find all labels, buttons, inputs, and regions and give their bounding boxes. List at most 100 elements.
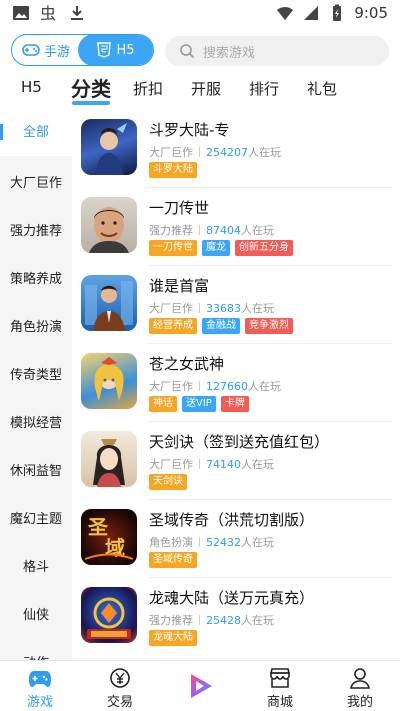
game-tag: 经营养成 [149, 318, 197, 334]
sidebar-item-recommended[interactable]: 强力推荐 [0, 220, 72, 239]
game-meta: 强力推荐 25428人在玩 [149, 612, 274, 628]
gamepad-icon [22, 44, 40, 56]
tab-ranking[interactable]: 排行 [249, 78, 279, 99]
game-meta: 大厂巨作 33683人在玩 [149, 300, 274, 316]
user-icon [350, 668, 370, 689]
game-tag: 魔龙 [202, 240, 230, 256]
player-count-suffix: 人在玩 [241, 224, 274, 237]
player-count-suffix: 人在玩 [241, 302, 274, 315]
sidebar-item-all[interactable]: 全部 [0, 110, 72, 156]
tab-active-indicator [72, 101, 110, 105]
separator [199, 303, 200, 313]
separator [199, 225, 200, 235]
game-tag: 卡牌 [220, 396, 249, 412]
player-count: 254207 [206, 146, 248, 159]
tab-gift[interactable]: 礼包 [307, 78, 337, 99]
play-icon [191, 674, 212, 698]
game-icon [81, 275, 137, 331]
category-tabs: H5 分类 折扣 开服 排行 礼包 [0, 72, 400, 108]
list-item[interactable]: 苍之女武神 大厂巨作 127660人在玩 神话 送VIP 卡牌 [72, 344, 400, 422]
player-count-suffix: 人在玩 [241, 536, 274, 549]
nav-games[interactable]: 游戏 [10, 667, 70, 710]
sidebar-item-label: 全部 [22, 125, 49, 140]
list-item[interactable]: 天剑诀（签到送充值红包） 大厂巨作 74140人在玩 天剑诀 [72, 422, 400, 500]
sidebar-item-strategy[interactable]: 策略养成 [0, 268, 72, 287]
sidebar-item-label: 魔幻主题 [9, 512, 62, 527]
player-count: 25428 [206, 614, 241, 627]
player-count-suffix: 人在玩 [241, 458, 274, 471]
app-notification-icon: 虫 [40, 4, 56, 22]
nav-mall-label: 商城 [266, 695, 293, 710]
top-bar: 手游 H5 搜索游戏 [0, 34, 400, 68]
nav-mall[interactable]: 商城 [250, 667, 310, 710]
wifi-icon [277, 6, 294, 20]
list-item[interactable]: 龙魂大陆（送万元真充） 强力推荐 25428人在玩 龙魂大陆 [72, 578, 400, 656]
game-tag: 送VIP [182, 396, 216, 412]
tab-discount[interactable]: 折扣 [133, 78, 163, 99]
tab-h5[interactable]: H5 [21, 78, 42, 96]
image-icon [13, 6, 29, 20]
sidebar-item-fighting[interactable]: 格斗 [0, 556, 72, 575]
player-count: 74140 [206, 458, 241, 471]
tab-server-open[interactable]: 开服 [191, 78, 221, 99]
mode-mobile-game-button[interactable]: 手游 [12, 35, 80, 65]
game-tags: 龙魂大陆 [149, 630, 197, 646]
list-item[interactable]: 斗罗大陆-专 大厂巨作 254207人在玩 斗罗大陆 [72, 110, 400, 188]
game-meta: 强力推荐 87404人在玩 [149, 222, 274, 238]
game-icon [81, 353, 137, 409]
player-count: 52432 [206, 536, 241, 549]
sidebar-item-label: 仙侠 [22, 608, 49, 623]
sidebar-item-fantasy[interactable]: 魔幻主题 [0, 508, 72, 527]
player-count-suffix: 人在玩 [241, 614, 274, 627]
game-icon [81, 197, 137, 253]
nav-trade[interactable]: 交易 [90, 667, 150, 710]
game-title: 龙魂大陆（送万元真充） [149, 589, 315, 607]
sidebar-item-simulation[interactable]: 模拟经营 [0, 412, 72, 431]
nav-profile[interactable]: 我的 [330, 667, 390, 710]
sidebar-active-marker [0, 124, 3, 140]
sidebar-item-label: 模拟经营 [9, 416, 62, 431]
game-category: 大厂巨作 [149, 146, 193, 159]
search-icon [180, 44, 195, 59]
sidebar-item-big-studio[interactable]: 大厂巨作 [0, 172, 72, 191]
separator [199, 537, 200, 547]
list-item[interactable]: 圣域 圣域传奇（洪荒切割版） 角色扮演 52432人在玩 圣域传奇 [72, 500, 400, 578]
sidebar-item-action[interactable]: 动作 [0, 652, 72, 660]
sidebar-item-xianxia[interactable]: 仙侠 [0, 604, 72, 623]
bottom-nav: 游戏 交易 商城 我的 [0, 660, 400, 711]
game-tags: 神话 送VIP 卡牌 [149, 396, 249, 412]
game-icon: 圣域 [81, 509, 137, 565]
nav-games-label: 游戏 [26, 695, 53, 710]
game-tag: 圣域传奇 [149, 552, 197, 568]
tab-category[interactable]: 分类 [71, 73, 111, 102]
shop-icon [269, 668, 291, 688]
game-tags: 一刀传世 魔龙 创新五分身 [149, 240, 293, 256]
list-item[interactable]: 谁是首富 大厂巨作 33683人在玩 经营养成 金融战 竞争激烈 [72, 266, 400, 344]
sidebar-item-label: 强力推荐 [9, 224, 62, 239]
mode-mobile-game-label: 手游 [43, 44, 70, 60]
game-tag: 神话 [149, 396, 177, 412]
player-count: 33683 [206, 302, 241, 315]
game-category: 大厂巨作 [149, 380, 193, 393]
game-title: 一刀传世 [149, 199, 210, 217]
sidebar-item-label: 角色扮演 [9, 320, 62, 335]
sidebar-item-legend[interactable]: 传奇类型 [0, 364, 72, 383]
game-tag: 一刀传世 [149, 240, 197, 256]
game-tags: 圣域传奇 [149, 552, 197, 568]
mode-h5-button[interactable]: H5 [78, 35, 153, 65]
battery-icon [333, 4, 342, 21]
sidebar-item-rpg[interactable]: 角色扮演 [0, 316, 72, 335]
sidebar-item-casual[interactable]: 休闲益智 [0, 460, 72, 479]
game-category: 强力推荐 [149, 224, 193, 237]
search-input[interactable]: 搜索游戏 [165, 36, 389, 66]
separator [199, 615, 200, 625]
list-item[interactable]: 一刀传世 强力推荐 87404人在玩 一刀传世 魔龙 创新五分身 [72, 188, 400, 266]
category-sidebar: 全部 大厂巨作 强力推荐 策略养成 角色扮演 传奇类型 模拟经营 休闲益智 魔幻… [0, 110, 72, 660]
game-title: 谁是首富 [149, 277, 210, 295]
download-icon [71, 6, 83, 20]
game-icon [81, 431, 137, 487]
nav-center-play[interactable] [170, 671, 230, 701]
game-icon [81, 587, 137, 643]
game-title: 苍之女武神 [149, 355, 225, 373]
sidebar-item-label: 格斗 [22, 560, 49, 575]
